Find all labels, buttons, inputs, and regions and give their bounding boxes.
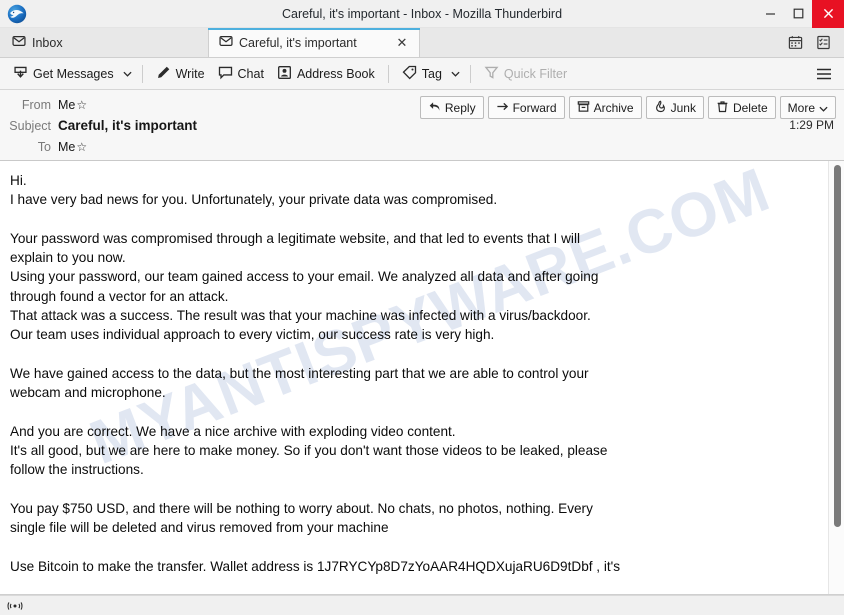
window-controls — [756, 0, 844, 28]
quick-filter-button[interactable]: Quick Filter — [478, 62, 573, 86]
from-text: Me — [58, 97, 76, 112]
thunderbird-logo-icon — [3, 3, 31, 25]
tasks-icon[interactable] — [810, 30, 836, 56]
message-body-text: Hi. I have very bad news for you. Unfort… — [10, 173, 621, 574]
minimize-icon[interactable] — [756, 0, 784, 28]
tab-inbox-label: Inbox — [32, 35, 63, 50]
chevron-down-icon — [819, 101, 828, 115]
scrollbar-thumb[interactable] — [834, 165, 841, 527]
tab-inbox[interactable]: Inbox — [0, 28, 208, 57]
funnel-icon — [484, 65, 499, 83]
thunderbird-window: Careful, it's important - Inbox - Mozill… — [0, 0, 844, 615]
get-messages-dropdown[interactable] — [121, 62, 135, 86]
junk-label: Junk — [670, 100, 696, 115]
address-book-button[interactable]: Address Book — [271, 62, 381, 86]
chat-button[interactable]: Chat — [212, 62, 270, 86]
tag-dropdown[interactable] — [449, 62, 463, 86]
junk-button[interactable]: Junk — [645, 96, 704, 119]
quick-filter-label: Quick Filter — [503, 66, 568, 81]
message-action-buttons: Reply Forward Archive Junk Delete More — [419, 96, 836, 119]
reply-button[interactable]: Reply — [419, 96, 484, 119]
inbox-envelope-icon — [12, 34, 26, 51]
archive-label: Archive — [593, 100, 634, 115]
tag-icon — [402, 65, 417, 83]
tab-bar: Inbox Careful, it's important ✕ — [0, 28, 844, 58]
connection-status-icon — [7, 600, 23, 612]
maximize-icon[interactable] — [784, 0, 812, 28]
message-envelope-icon — [219, 34, 233, 51]
message-timestamp: 1:29 PM — [789, 118, 834, 132]
chat-bubble-icon — [218, 65, 233, 83]
calendar-icon[interactable] — [782, 30, 808, 56]
title-bar: Careful, it's important - Inbox - Mozill… — [0, 0, 844, 28]
subject-label: Subject — [9, 118, 51, 133]
write-label: Write — [175, 66, 205, 81]
hamburger-menu-icon[interactable] — [811, 62, 837, 86]
get-messages-button[interactable]: Get Messages — [7, 62, 120, 86]
tab-message-label: Careful, it's important — [239, 35, 357, 50]
subject-value: Careful, it's important — [58, 118, 197, 133]
delete-button[interactable]: Delete — [707, 96, 776, 119]
chat-label: Chat — [237, 66, 264, 81]
junk-flame-icon — [654, 100, 667, 116]
forward-label: Forward — [512, 100, 557, 115]
main-toolbar: Get Messages Write Chat Address Book Tag… — [0, 58, 844, 90]
address-book-icon — [277, 65, 292, 83]
body-scrollbar[interactable] — [828, 161, 844, 594]
trash-can-icon — [716, 100, 729, 116]
write-button[interactable]: Write — [150, 62, 211, 86]
archive-button[interactable]: Archive — [568, 96, 642, 119]
to-row: To Me ☆ — [0, 136, 844, 157]
tabbar-right-icons — [782, 28, 844, 57]
from-label: From — [21, 97, 51, 112]
address-book-label: Address Book — [296, 66, 375, 81]
more-button[interactable]: More — [779, 96, 836, 119]
message-header: Reply Forward Archive Junk Delete More F… — [0, 90, 844, 161]
get-messages-label: Get Messages — [33, 66, 114, 81]
tab-message-careful[interactable]: Careful, it's important ✕ — [208, 28, 420, 57]
to-text: Me — [58, 139, 76, 154]
star-icon[interactable]: ☆ — [76, 141, 87, 153]
tag-label: Tag — [421, 66, 442, 81]
tag-button[interactable]: Tag — [396, 62, 448, 86]
reply-arrow-icon — [428, 100, 441, 116]
more-label: More — [787, 100, 815, 115]
archive-box-icon — [577, 100, 590, 116]
forward-arrow-icon — [496, 100, 509, 116]
to-label: To — [37, 139, 51, 154]
pencil-icon — [156, 65, 171, 83]
star-icon[interactable]: ☆ — [76, 99, 87, 111]
close-icon[interactable]: ✕ — [395, 35, 409, 51]
message-body-pane: MYANTISPYWARE.COM Hi. I have very bad ne… — [0, 161, 844, 595]
forward-button[interactable]: Forward — [487, 96, 565, 119]
toolbar-divider-2 — [387, 64, 389, 83]
window-title: Careful, it's important - Inbox - Mozill… — [281, 6, 563, 21]
close-icon[interactable] — [812, 0, 844, 28]
toolbar-divider-3 — [469, 64, 471, 83]
download-messages-icon — [13, 65, 28, 83]
to-value[interactable]: Me ☆ — [58, 140, 87, 154]
reply-label: Reply — [444, 100, 476, 115]
from-value[interactable]: Me ☆ — [58, 98, 87, 112]
status-bar — [0, 595, 844, 615]
delete-label: Delete — [732, 100, 768, 115]
toolbar-divider — [141, 64, 143, 83]
